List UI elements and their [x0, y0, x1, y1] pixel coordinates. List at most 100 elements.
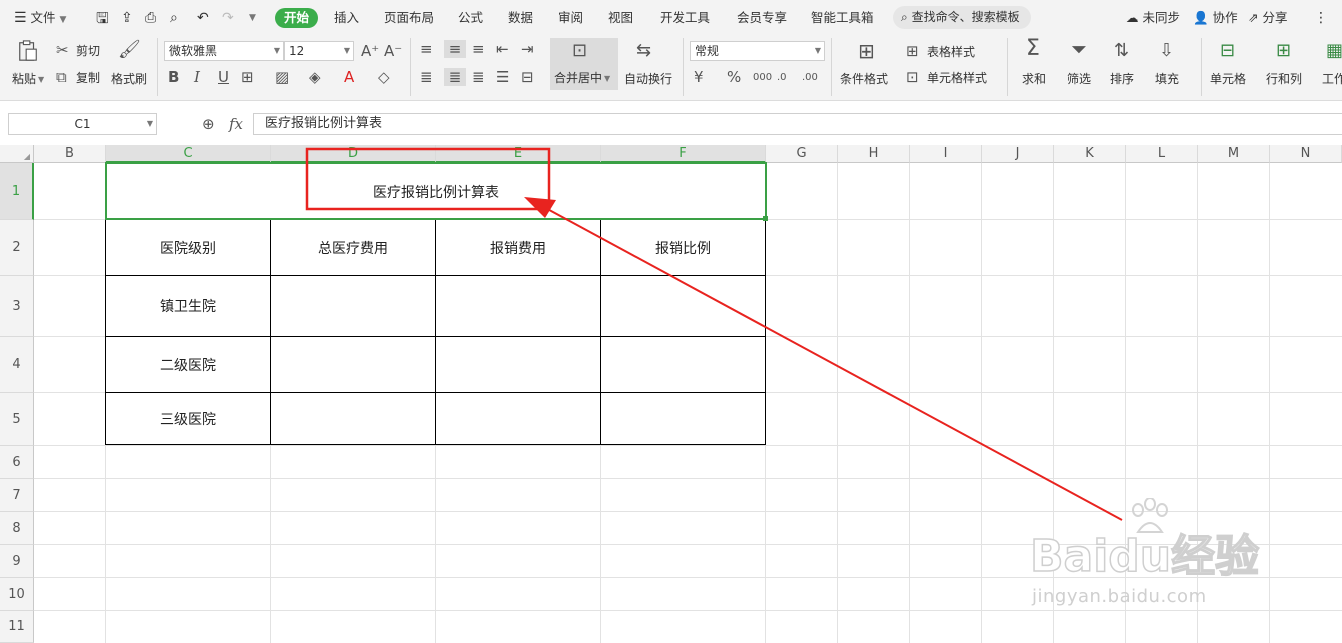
- column-header-b[interactable]: B: [34, 145, 106, 163]
- border-icon[interactable]: ⊞: [241, 68, 254, 86]
- spreadsheet-grid[interactable]: ◢ B C D E F G H I J K L M N 1 2 3 4 5 6 …: [0, 145, 1342, 643]
- column-header-k[interactable]: K: [1054, 145, 1126, 163]
- tab-smart-toolbox[interactable]: 智能工具箱: [811, 8, 874, 28]
- increase-font-icon[interactable]: A⁺: [361, 42, 379, 60]
- hospital-level-cell[interactable]: 镇卫生院: [106, 276, 270, 336]
- row-header-2[interactable]: 2: [0, 220, 34, 276]
- indent-increase-icon[interactable]: ⇥: [521, 40, 534, 58]
- conditional-format-icon: ⊞: [858, 39, 875, 63]
- align-right-icon[interactable]: ≣: [472, 68, 485, 86]
- column-header-j[interactable]: J: [982, 145, 1054, 163]
- tab-data[interactable]: 数据: [508, 8, 533, 28]
- divider: [1007, 38, 1008, 96]
- font-name-select[interactable]: 微软雅黑 ▼: [164, 41, 284, 61]
- percent-icon[interactable]: %: [727, 68, 741, 86]
- increase-decimal-icon[interactable]: .0: [777, 69, 787, 87]
- align-center-icon[interactable]: ≣: [444, 68, 466, 86]
- tab-start[interactable]: 开始: [275, 8, 319, 28]
- tab-insert[interactable]: 插入: [334, 8, 359, 28]
- row-header-9[interactable]: 9: [0, 545, 34, 578]
- file-menu[interactable]: ☰ 文件 ▼: [14, 8, 66, 28]
- tab-developer[interactable]: 开发工具: [660, 8, 710, 28]
- font-size-select[interactable]: 12 ▼: [284, 41, 354, 61]
- row-header-3[interactable]: 3: [0, 276, 34, 337]
- currency-icon[interactable]: ¥: [694, 68, 704, 86]
- justify-icon[interactable]: ☰: [496, 68, 509, 86]
- redo-icon[interactable]: ↷: [222, 8, 234, 28]
- save-icon[interactable]: 🖫: [96, 8, 109, 28]
- column-header-c[interactable]: C: [106, 145, 271, 163]
- hospital-level-cell[interactable]: 三级医院: [106, 393, 270, 444]
- column-header-m[interactable]: M: [1198, 145, 1270, 163]
- column-header-d[interactable]: D: [271, 145, 436, 163]
- row-header-6[interactable]: 6: [0, 446, 34, 479]
- share-button[interactable]: ⇗ 分享: [1248, 8, 1287, 28]
- row-header-4[interactable]: 4: [0, 337, 34, 393]
- share-icon: ⇗: [1248, 10, 1259, 25]
- align-bottom-icon[interactable]: ≡: [472, 40, 485, 58]
- hospital-level-cell[interactable]: 二级医院: [106, 337, 270, 392]
- align-left-icon[interactable]: ≣: [420, 68, 433, 86]
- more-icon[interactable]: ⋮: [1314, 8, 1328, 28]
- align-middle-icon[interactable]: ≡: [444, 40, 466, 58]
- bold-icon[interactable]: B: [168, 68, 179, 86]
- header-cell[interactable]: 总医疗费用: [271, 220, 435, 275]
- column-header-i[interactable]: I: [910, 145, 982, 163]
- number-format-select[interactable]: 常规 ▼: [690, 41, 825, 61]
- indent-decrease-icon[interactable]: ⇤: [496, 40, 509, 58]
- fx-icon[interactable]: fx: [229, 115, 243, 133]
- row-col-icon: ⊞: [1276, 40, 1292, 61]
- formula-input[interactable]: 医疗报销比例计算表: [253, 113, 1342, 135]
- row-header-11[interactable]: 11: [0, 611, 34, 643]
- column-header-n[interactable]: N: [1270, 145, 1342, 163]
- row-header-8[interactable]: 8: [0, 512, 34, 545]
- tab-member[interactable]: 会员专享: [737, 8, 787, 28]
- brush-icon: 🖌: [118, 39, 141, 60]
- ribbon-toolbar: 粘贴 ▼ ✂ 剪切 ⧉ 复制 🖌 格式刷 微软雅黑 ▼ 12 ▼ A⁺ A⁻ B…: [0, 34, 1342, 101]
- tab-page-layout[interactable]: 页面布局: [384, 8, 434, 28]
- export-icon[interactable]: ⇪: [121, 8, 133, 28]
- cell-shading-icon[interactable]: ▨: [275, 68, 289, 86]
- font-color-icon[interactable]: A: [344, 68, 354, 86]
- row-header-7[interactable]: 7: [0, 479, 34, 512]
- column-header-l[interactable]: L: [1126, 145, 1198, 163]
- tab-review[interactable]: 审阅: [558, 8, 583, 28]
- row-header-1[interactable]: 1: [0, 163, 34, 220]
- tab-view[interactable]: 视图: [608, 8, 633, 28]
- column-header-g[interactable]: G: [766, 145, 838, 163]
- select-all-corner[interactable]: ◢: [0, 145, 34, 163]
- header-cell[interactable]: 报销费用: [436, 220, 600, 275]
- gridline: [981, 163, 982, 643]
- name-box[interactable]: C1 ▼: [8, 113, 157, 135]
- fill-handle[interactable]: [763, 216, 768, 221]
- print-preview-icon[interactable]: ⌕: [170, 8, 178, 28]
- clear-format-icon[interactable]: ◇: [378, 68, 390, 86]
- tab-formulas[interactable]: 公式: [458, 8, 483, 28]
- column-header-h[interactable]: H: [838, 145, 910, 163]
- row-header-5[interactable]: 5: [0, 393, 34, 446]
- header-cell[interactable]: 医院级别: [106, 220, 270, 275]
- decrease-font-icon[interactable]: A⁻: [384, 42, 402, 60]
- fill-color-icon[interactable]: ◈: [309, 68, 321, 86]
- quick-access-dropdown-icon[interactable]: ▼: [249, 8, 256, 28]
- thousands-icon[interactable]: 000: [753, 69, 772, 87]
- sync-status[interactable]: ☁ 未同步: [1126, 8, 1180, 28]
- gridline: [1125, 163, 1126, 643]
- chevron-down-icon: ▼: [273, 46, 280, 55]
- collab-button[interactable]: 👤 协作: [1193, 8, 1238, 28]
- header-cell[interactable]: 报销比例: [601, 220, 765, 275]
- undo-icon[interactable]: ↶: [197, 8, 209, 28]
- align-top-icon[interactable]: ≡: [420, 40, 433, 58]
- print-icon[interactable]: ⎙: [145, 8, 156, 28]
- column-header-e[interactable]: E: [436, 145, 601, 163]
- command-search[interactable]: ⌕ 查找命令、搜索模板: [893, 6, 1031, 29]
- distributed-icon[interactable]: ⊟: [521, 68, 534, 86]
- zoom-formula-icon[interactable]: ⊕: [202, 115, 215, 133]
- underline-icon[interactable]: U: [218, 68, 229, 86]
- worksheet-icon: ▦: [1326, 40, 1342, 61]
- italic-icon[interactable]: I: [194, 68, 200, 86]
- merge-center-button[interactable]: ⊡ 合并居中 ▼: [550, 38, 618, 90]
- column-header-f[interactable]: F: [601, 145, 766, 163]
- row-header-10[interactable]: 10: [0, 578, 34, 611]
- decrease-decimal-icon[interactable]: .00: [802, 69, 818, 87]
